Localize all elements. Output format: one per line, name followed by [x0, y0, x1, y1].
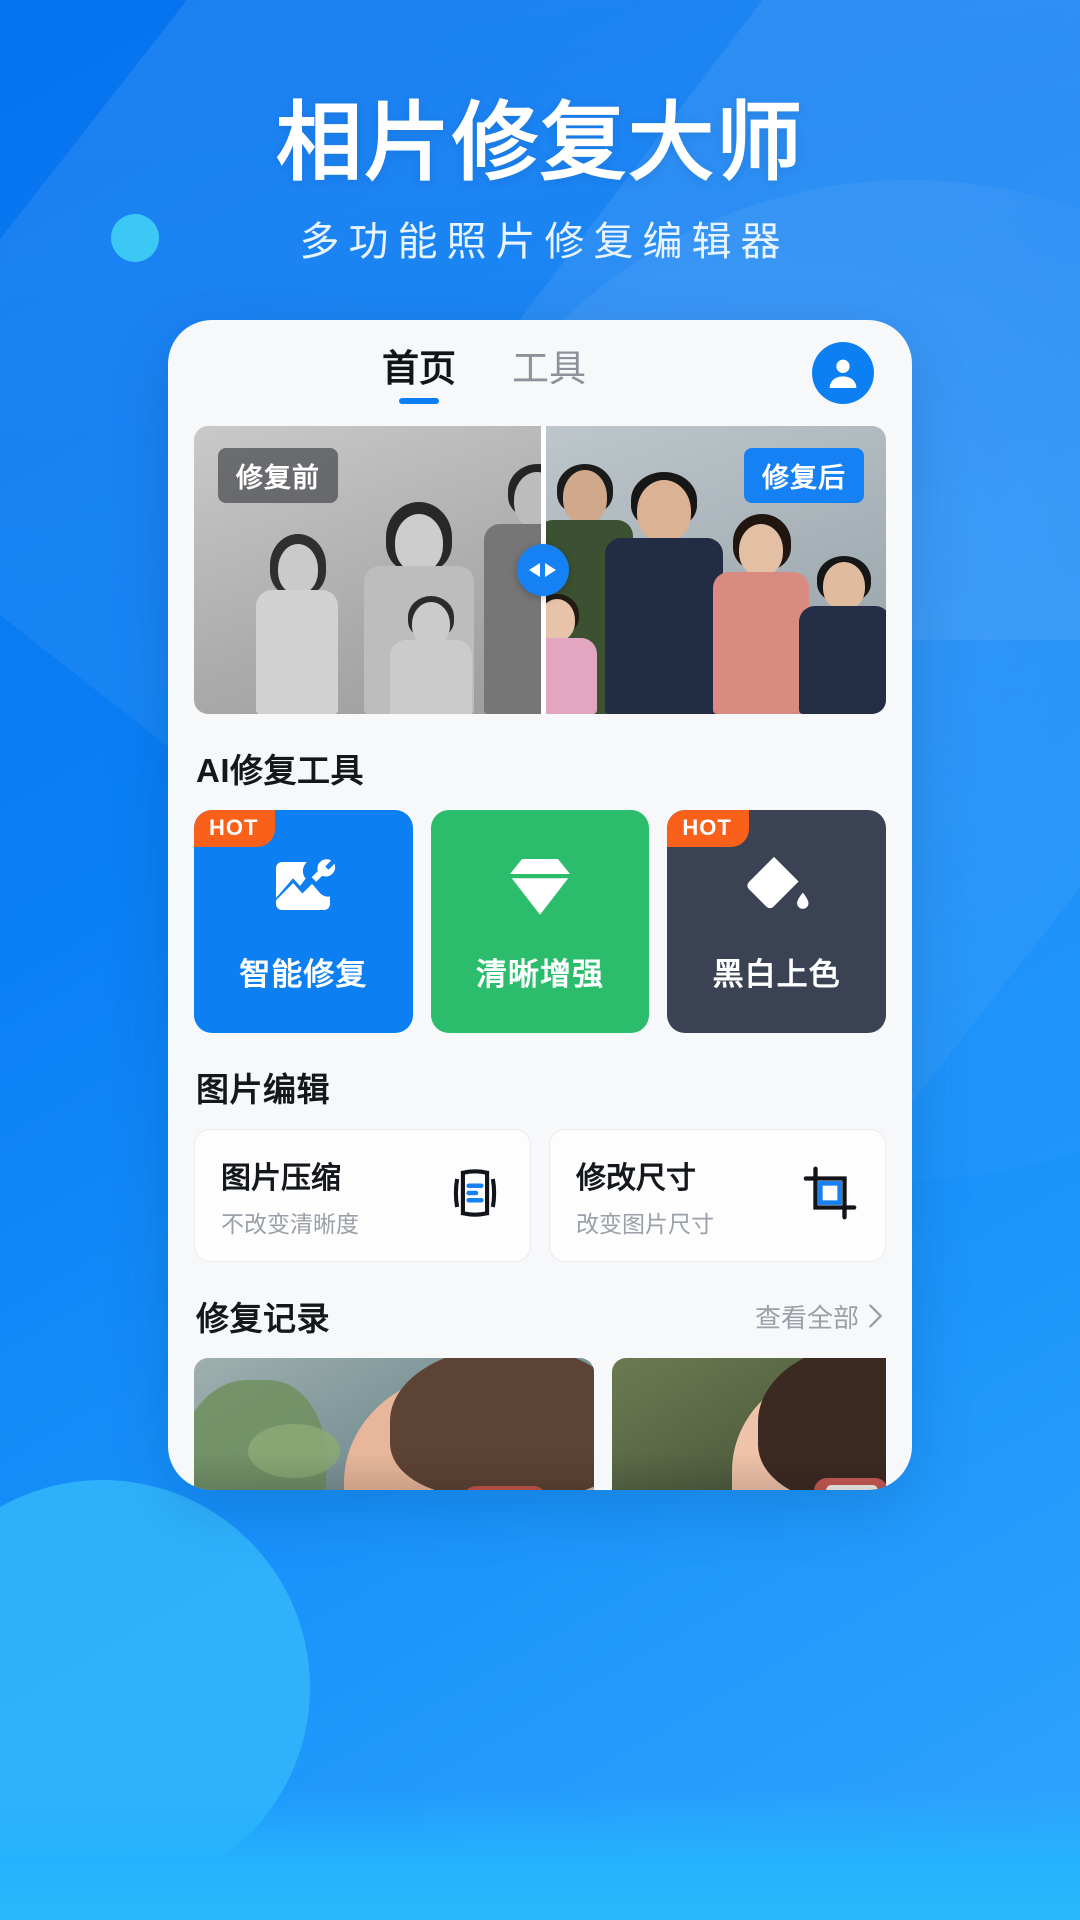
ai-section-title: AI修复工具 [196, 752, 364, 789]
edit-section-header: 图片编辑 [196, 1063, 884, 1111]
chevron-right-icon [869, 1304, 883, 1328]
ai-section-header: AI修复工具 [196, 744, 884, 792]
edit-card-compress[interactable]: 图片压缩 不改变清晰度 [194, 1129, 531, 1262]
view-all-label: 查看全部 [754, 1302, 859, 1333]
edit-card-grid: 图片压缩 不改变清晰度 修改尺寸 改变图片尺寸 [194, 1129, 886, 1262]
after-image: 修复后 [542, 426, 886, 714]
ai-tool-grid: HOT 智能修复 清晰增强 HOT 黑白上色 [194, 810, 887, 1033]
before-image: 修复前 [194, 426, 543, 714]
edit-card-title: 修改尺寸 [576, 1161, 696, 1195]
page-title: 相片修复大师 [276, 95, 804, 191]
ai-card-label: 清晰增强 [476, 956, 604, 992]
user-avatar-icon[interactable] [812, 342, 874, 404]
background-bottom-band [0, 1790, 1080, 1920]
phone-mockup-card: 首页 工具 修复前 修复后 AI修复工具 HOT 智能修复 清晰增强 HOT 黑… [168, 320, 912, 1490]
tab-active-underline [399, 398, 439, 404]
paint-bucket-icon [741, 850, 813, 927]
app-tabbar: 首页 工具 [194, 320, 886, 422]
after-label-badge: 修复后 [744, 448, 864, 503]
avatar-glyph [829, 359, 857, 388]
crop-resize-icon [801, 1164, 859, 1227]
ai-card-smart-repair[interactable]: HOT 智能修复 [194, 810, 413, 1033]
hot-badge: HOT [667, 810, 749, 847]
tab-tools-label: 工具 [512, 348, 586, 389]
compress-icon [446, 1164, 504, 1227]
tab-home[interactable]: 首页 [382, 338, 456, 404]
page-subtitle: 多功能照片修复编辑器 [299, 219, 790, 264]
edit-card-subtitle: 不改变清晰度 [221, 1210, 359, 1237]
hero-header: 相片修复大师 多功能照片修复编辑器 [0, 0, 1080, 267]
diamond-icon [504, 850, 576, 927]
edit-card-subtitle: 改变图片尺寸 [576, 1210, 714, 1237]
view-all-button[interactable]: 查看全部 [755, 1298, 884, 1335]
ai-card-colorize[interactable]: HOT 黑白上色 [667, 810, 887, 1033]
history-section-header: 修复记录 查看全部 [196, 1292, 884, 1340]
image-repair-icon [267, 850, 339, 927]
history-section-title: 修复记录 [196, 1300, 330, 1337]
ai-card-clarity-enhance[interactable]: 清晰增强 [430, 810, 650, 1033]
before-label-badge: 修复前 [218, 448, 338, 503]
arrow-right-glyph [545, 563, 557, 577]
history-card-overlay [612, 1358, 886, 1490]
history-card-overlay [194, 1358, 594, 1490]
arrow-left-glyph [529, 563, 541, 577]
ai-card-label: 智能修复 [239, 956, 368, 992]
list-item[interactable]: 智能修复 [612, 1358, 886, 1490]
slider-handle-arrows-icon[interactable] [516, 544, 569, 596]
edit-card-title: 图片压缩 [221, 1161, 341, 1195]
before-after-comparison[interactable]: 修复前 修复后 [194, 426, 886, 714]
tab-home-label: 首页 [382, 348, 456, 389]
edit-section-title: 图片编辑 [196, 1071, 330, 1108]
tab-tools[interactable]: 工具 [512, 338, 586, 404]
list-item[interactable]: 清晰增强 17 [194, 1358, 594, 1490]
hot-badge: HOT [194, 810, 276, 847]
ai-card-label: 黑白上色 [712, 956, 841, 992]
edit-card-resize[interactable]: 修改尺寸 改变图片尺寸 [549, 1129, 886, 1262]
history-list[interactable]: 清晰增强 17 智能修复 [194, 1358, 886, 1490]
